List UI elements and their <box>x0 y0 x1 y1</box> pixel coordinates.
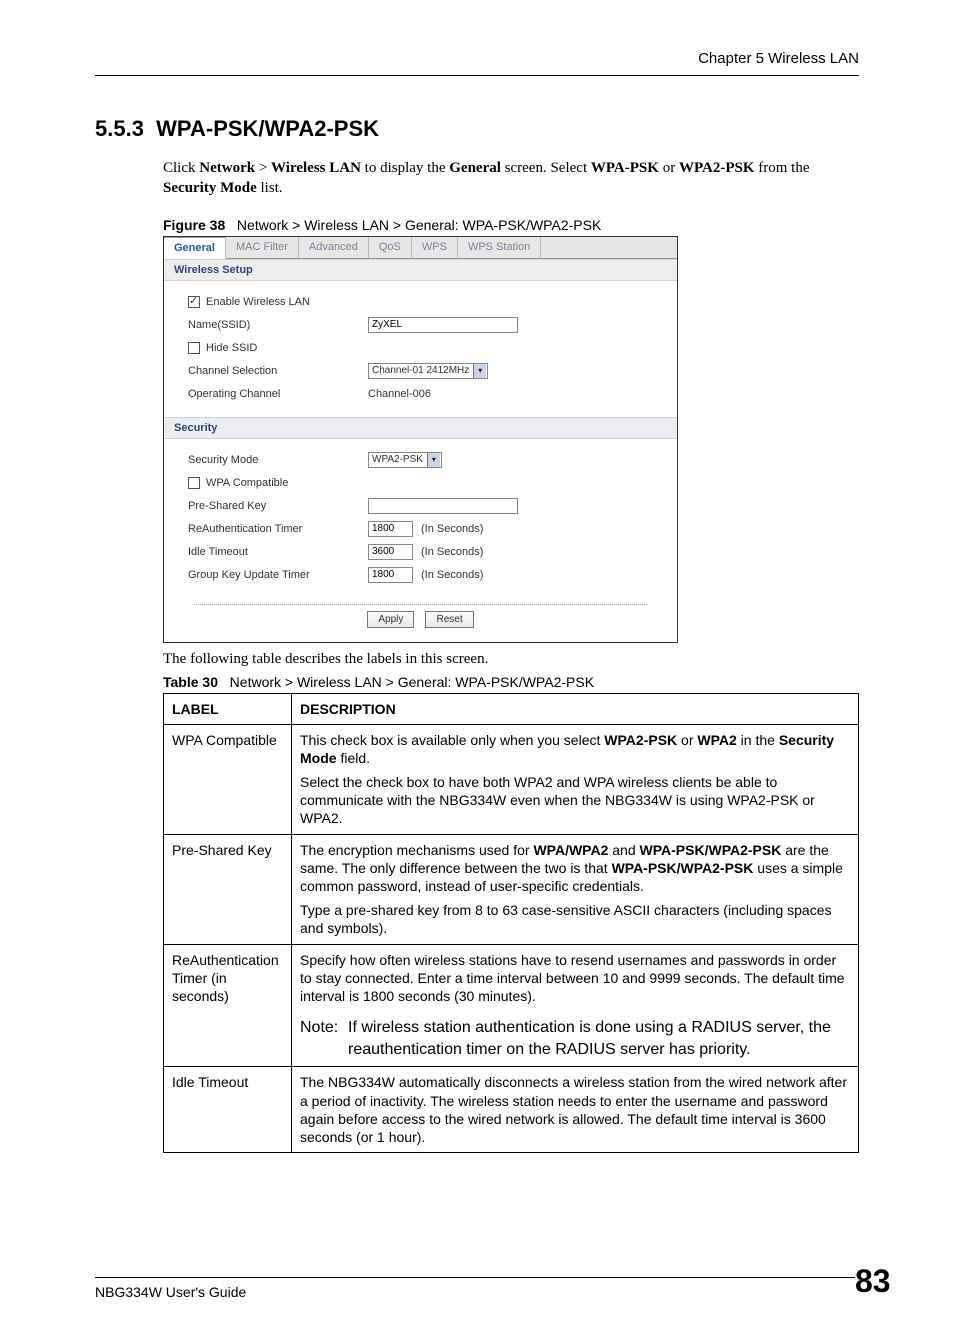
idle-input[interactable] <box>368 544 413 560</box>
chevron-down-icon: ▾ <box>473 364 486 378</box>
cell-desc: The NBG334W automatically disconnects a … <box>292 1067 859 1153</box>
psk-input[interactable] <box>368 498 518 514</box>
reauth-unit: (In Seconds) <box>421 523 483 535</box>
table-header-row: LABEL DESCRIPTION <box>164 693 859 724</box>
note-lead: Note: <box>300 1017 348 1060</box>
psk-label: Pre-Shared Key <box>188 500 368 512</box>
screenshot-panel: General MAC Filter Advanced QoS WPS WPS … <box>163 236 678 643</box>
th-label: LABEL <box>164 693 292 724</box>
reauth-input[interactable] <box>368 521 413 537</box>
cell-desc: Specify how often wireless stations have… <box>292 944 859 1067</box>
security-header: Security <box>164 417 677 439</box>
chapter-header: Chapter 5 Wireless LAN <box>95 50 859 67</box>
footer-guide-name: NBG334W User's Guide <box>95 1284 855 1300</box>
section-title-text: WPA-PSK/WPA2-PSK <box>156 116 379 141</box>
tab-mac-filter[interactable]: MAC Filter <box>226 237 299 258</box>
idle-unit: (In Seconds) <box>421 546 483 558</box>
reset-button[interactable]: Reset <box>425 611 473 628</box>
ssid-input[interactable] <box>368 317 518 333</box>
cell-label: ReAuthentication Timer (in seconds) <box>164 944 292 1067</box>
tab-general[interactable]: General <box>164 237 226 259</box>
gku-label: Group Key Update Timer <box>188 569 368 581</box>
enable-wireless-checkbox[interactable] <box>188 296 200 308</box>
dotted-separator <box>194 604 647 605</box>
figure-caption: Figure 38 Network > Wireless LAN > Gener… <box>163 217 859 233</box>
cell-label: Pre-Shared Key <box>164 834 292 944</box>
table-row: Idle Timeout The NBG334W automatically d… <box>164 1067 859 1153</box>
channel-selection-label: Channel Selection <box>188 365 368 377</box>
wpa-compatible-label: WPA Compatible <box>206 477 288 489</box>
intro-paragraph: Click Network > Wireless LAN to display … <box>163 158 859 199</box>
header-rule <box>95 75 859 76</box>
cell-desc: The encryption mechanisms used for WPA/W… <box>292 834 859 944</box>
page-number: 83 <box>855 1263 891 1300</box>
hide-ssid-checkbox[interactable] <box>188 342 200 354</box>
wpa-compatible-checkbox[interactable] <box>188 477 200 489</box>
apply-button[interactable]: Apply <box>367 611 414 628</box>
reauth-label: ReAuthentication Timer <box>188 523 368 535</box>
cell-label: WPA Compatible <box>164 724 292 834</box>
gku-input[interactable] <box>368 567 413 583</box>
tab-qos[interactable]: QoS <box>369 237 412 258</box>
idle-label: Idle Timeout <box>188 546 368 558</box>
wireless-setup-header: Wireless Setup <box>164 259 677 281</box>
operating-channel-value: Channel-006 <box>368 388 431 400</box>
th-description: DESCRIPTION <box>292 693 859 724</box>
after-figure-text: The following table describes the labels… <box>163 651 859 668</box>
tab-wps[interactable]: WPS <box>412 237 458 258</box>
chevron-down-icon: ▾ <box>427 453 440 467</box>
cell-desc: This check box is available only when yo… <box>292 724 859 834</box>
tab-bar: General MAC Filter Advanced QoS WPS WPS … <box>164 237 677 259</box>
tab-advanced[interactable]: Advanced <box>299 237 369 258</box>
description-table: LABEL DESCRIPTION WPA Compatible This ch… <box>163 693 859 1154</box>
security-mode-dropdown[interactable]: WPA2-PSK▾ <box>368 452 442 468</box>
tab-wps-station[interactable]: WPS Station <box>458 237 541 258</box>
enable-wireless-label: Enable Wireless LAN <box>206 296 310 308</box>
channel-selection-dropdown[interactable]: Channel-01 2412MHz▾ <box>368 363 488 379</box>
gku-unit: (In Seconds) <box>421 569 483 581</box>
table-row: WPA Compatible This check box is availab… <box>164 724 859 834</box>
table-caption: Table 30 Network > Wireless LAN > Genera… <box>163 674 859 690</box>
operating-channel-label: Operating Channel <box>188 388 368 400</box>
table-row: ReAuthentication Timer (in seconds) Spec… <box>164 944 859 1067</box>
cell-label: Idle Timeout <box>164 1067 292 1153</box>
table-row: Pre-Shared Key The encryption mechanisms… <box>164 834 859 944</box>
section-heading: 5.5.3 WPA-PSK/WPA2-PSK <box>95 116 859 142</box>
note-body: If wireless station authentication is do… <box>348 1017 850 1060</box>
footer-rule <box>95 1277 855 1278</box>
ssid-label: Name(SSID) <box>188 319 368 331</box>
hide-ssid-label: Hide SSID <box>206 342 257 354</box>
section-number: 5.5.3 <box>95 116 144 141</box>
security-mode-label: Security Mode <box>188 454 368 466</box>
